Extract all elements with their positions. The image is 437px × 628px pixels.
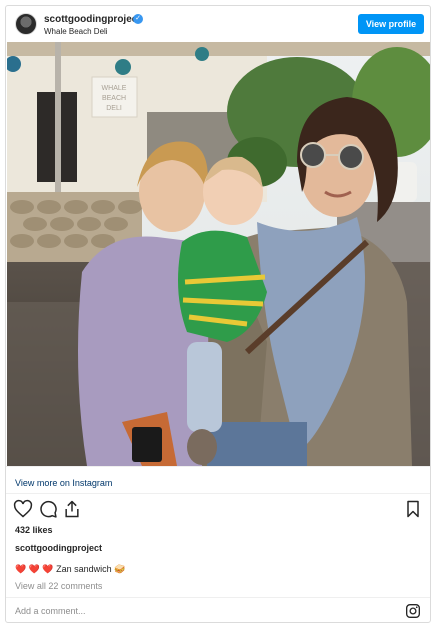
likes-count[interactable]: 432 likes: [15, 525, 53, 535]
caption-body: Zan sandwich 🥪: [56, 564, 126, 574]
post-header: scottgoodingproject ✓ Whale Beach Deli V…: [6, 6, 430, 42]
view-all-comments-link[interactable]: View all 22 comments: [15, 581, 102, 591]
action-bar: [6, 499, 430, 523]
comment-input[interactable]: [15, 604, 375, 618]
bookmark-icon[interactable]: [403, 499, 423, 519]
divider: [6, 466, 430, 467]
sign-text-1: WHALE: [102, 85, 127, 92]
instagram-icon[interactable]: [405, 603, 421, 619]
header-username[interactable]: scottgoodingproject: [44, 14, 141, 25]
share-icon[interactable]: [62, 499, 82, 519]
divider: [6, 493, 430, 494]
heart-icon[interactable]: [13, 499, 33, 519]
caption-text: ❤️ ❤️ ❤️ Zan sandwich 🥪: [15, 564, 125, 575]
post-photo-image: WHALE BEACH DELI: [7, 42, 430, 466]
comment-box: [6, 597, 430, 622]
comment-icon[interactable]: [38, 499, 58, 519]
verified-badge-icon: ✓: [133, 14, 143, 24]
view-profile-button[interactable]: View profile: [358, 14, 424, 34]
avatar[interactable]: [15, 13, 37, 35]
view-more-link[interactable]: View more on Instagram: [15, 478, 112, 488]
post-photo[interactable]: WHALE BEACH DELI: [7, 42, 430, 466]
sign-text-2: BEACH: [102, 95, 126, 102]
sign-text-3: DELI: [106, 105, 122, 112]
header-location[interactable]: Whale Beach Deli: [44, 27, 108, 36]
instagram-embed-card: scottgoodingproject ✓ Whale Beach Deli V…: [5, 5, 431, 623]
caption-hearts: ❤️ ❤️ ❤️: [15, 564, 54, 574]
caption-username[interactable]: scottgoodingproject: [15, 543, 102, 553]
